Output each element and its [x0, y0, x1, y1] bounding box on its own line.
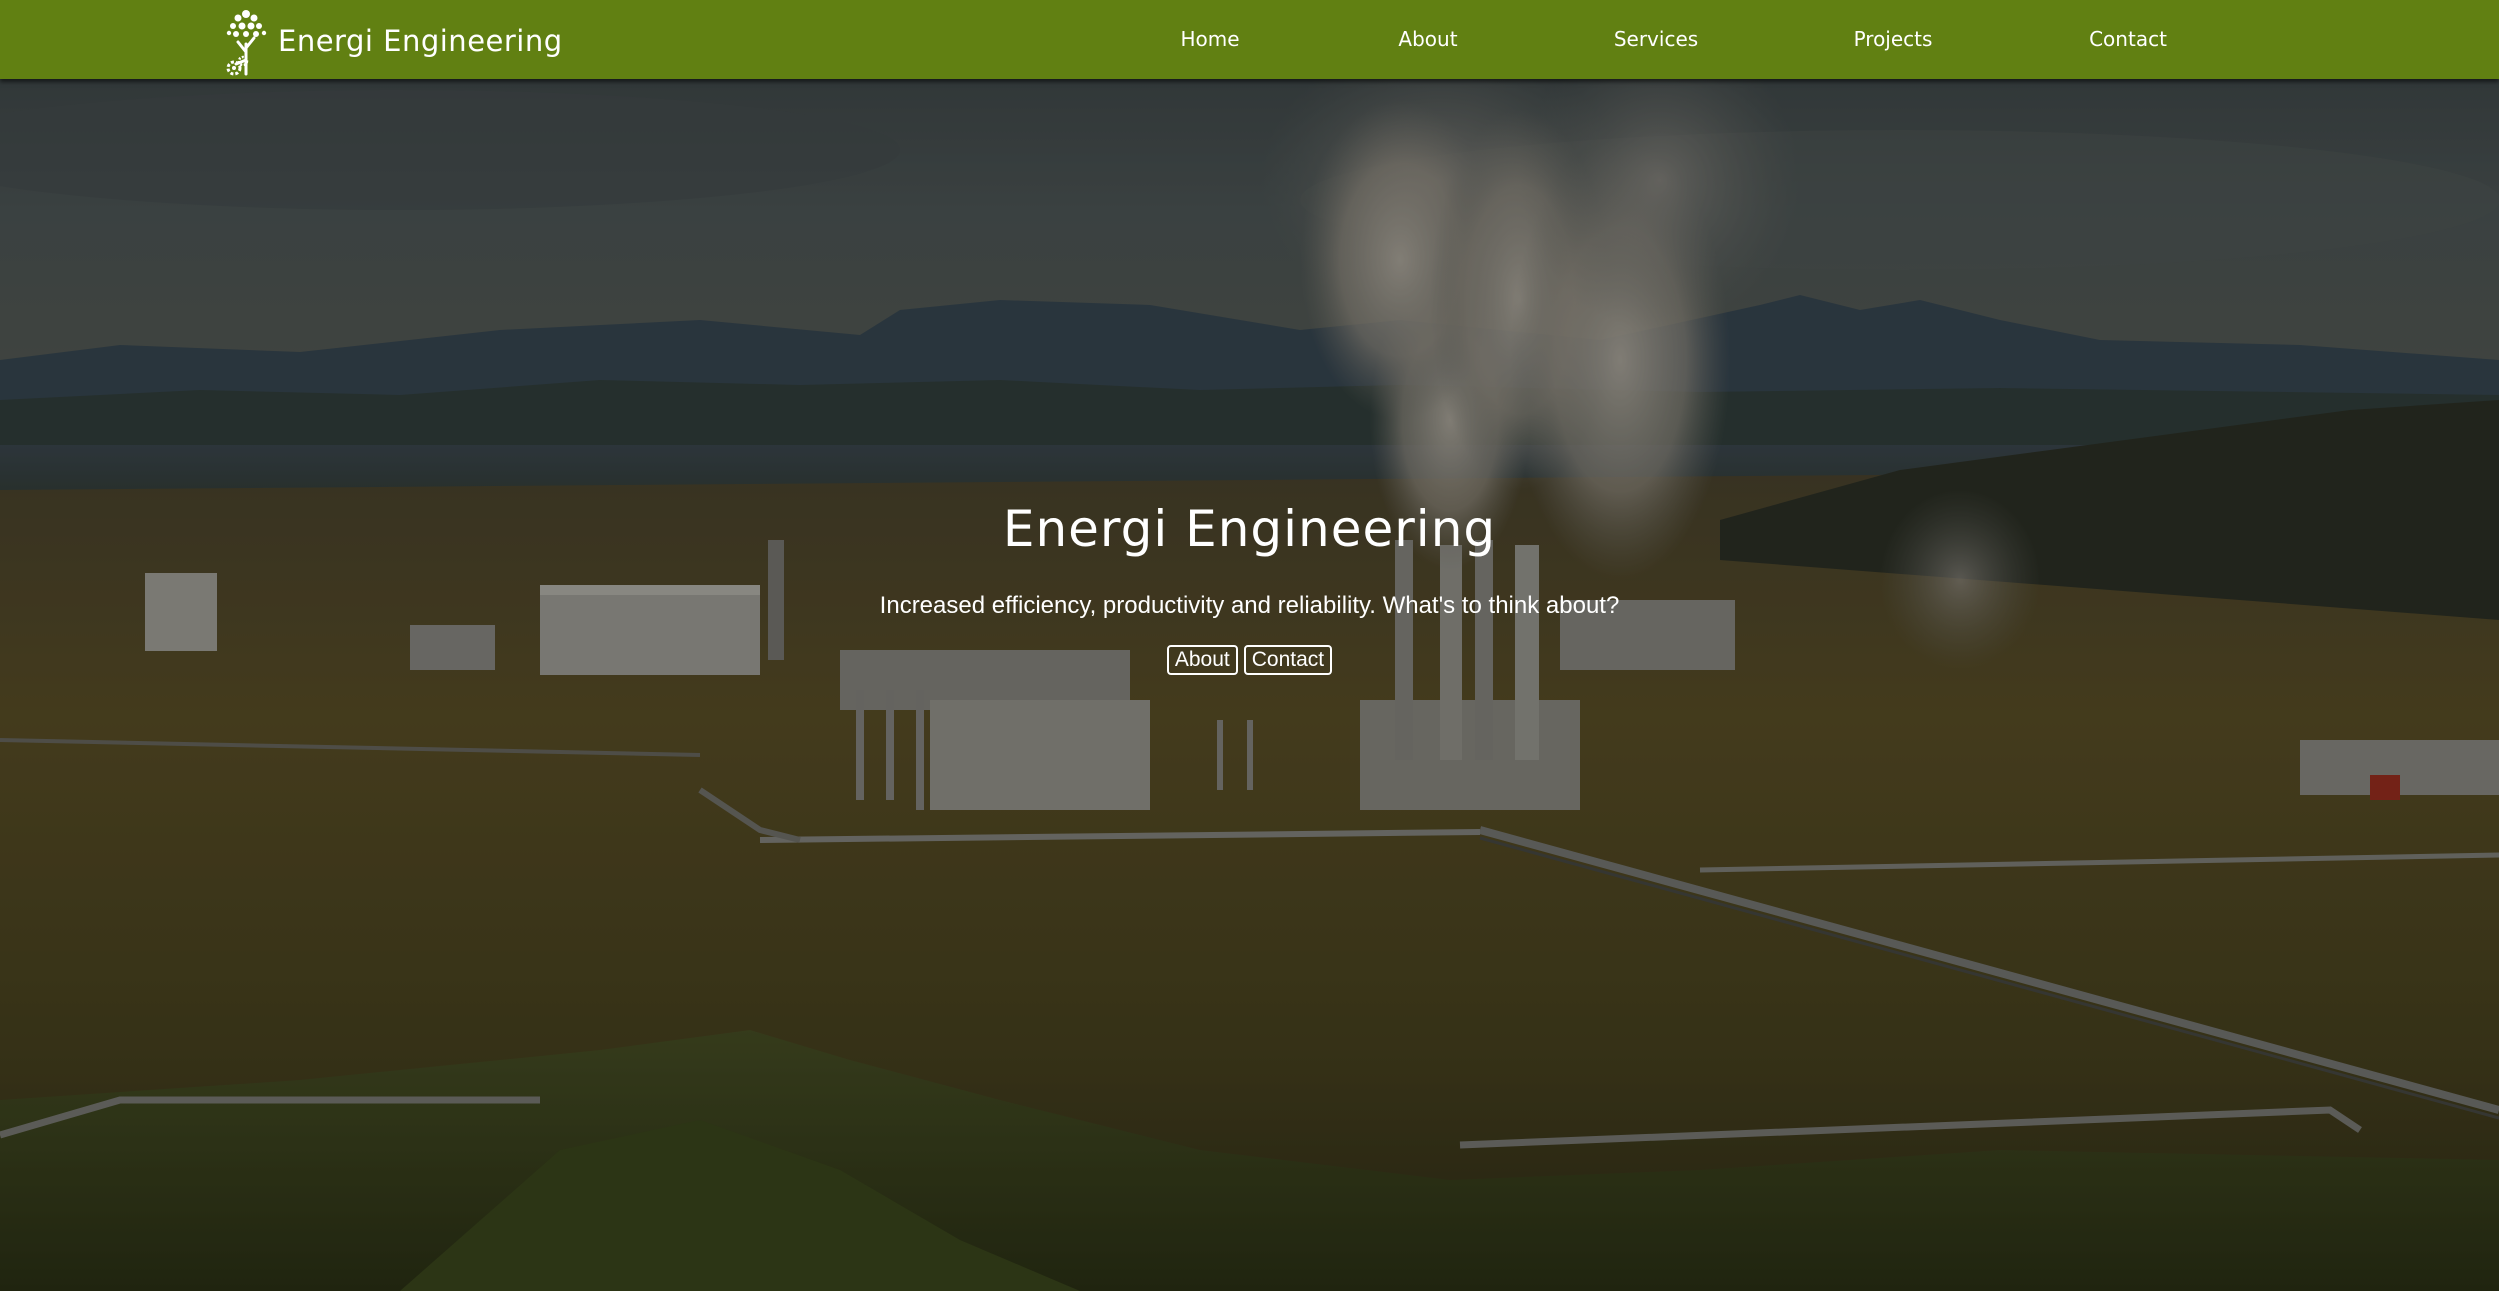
nav-links: Home About Services Projects Contact	[0, 0, 2499, 79]
hero-contact-button[interactable]: Contact	[1243, 645, 1333, 675]
nav-link-projects[interactable]: Projects	[1854, 0, 1933, 79]
hero-title: Energi Engineering	[1002, 500, 1497, 558]
hero-about-button[interactable]: About	[1166, 645, 1238, 675]
page: Energi Engineering Increased efficiency,…	[0, 0, 2499, 1291]
nav-link-about[interactable]: About	[1398, 0, 1457, 79]
hero-section: Energi Engineering Increased efficiency,…	[0, 0, 2499, 1291]
hero-content: Energi Engineering Increased efficiency,…	[0, 0, 2499, 1291]
nav-link-services[interactable]: Services	[1614, 0, 1698, 79]
hero-buttons: About Contact	[0, 645, 2499, 675]
nav-link-home[interactable]: Home	[1180, 0, 1239, 79]
navbar: Energi Engineering Home About Services P…	[0, 0, 2499, 79]
nav-link-contact[interactable]: Contact	[2089, 0, 2167, 79]
hero-tagline: Increased efficiency, productivity and r…	[879, 592, 1620, 619]
